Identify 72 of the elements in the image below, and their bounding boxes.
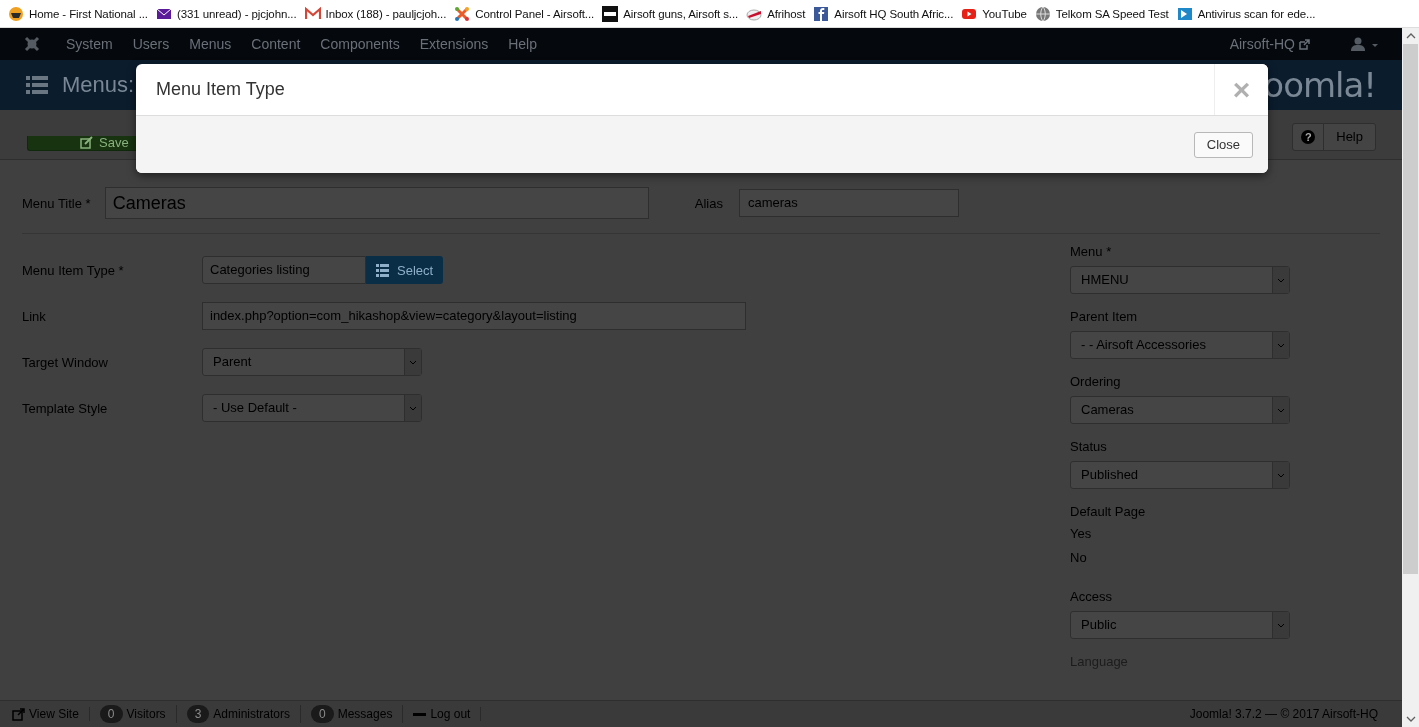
field-label: Link: [22, 308, 47, 324]
bookmark-link[interactable]: YouTube: [961, 5, 1027, 22]
bookmark-link[interactable]: Airsoft HQ South Afric...: [813, 5, 954, 22]
field-label: Menu Item Type *: [22, 262, 125, 278]
select-button[interactable]: Select: [366, 256, 444, 284]
bookmark-link[interactable]: Antivirus scan for ede...: [1176, 5, 1316, 22]
cross-icon: [454, 5, 471, 22]
field-label: Template Style: [22, 400, 109, 416]
caret-icon: [1277, 472, 1285, 478]
field-label: Default Page: [1070, 504, 1147, 519]
link-field[interactable]: index.php?option=com_hikashop&view=category&layout=listing: [202, 302, 746, 330]
scroll-up-icon[interactable]: [1406, 32, 1416, 40]
dropdown[interactable]: Published: [1070, 461, 1290, 489]
field-label: Menu Title *: [22, 195, 91, 211]
field-label: Alias: [694, 195, 723, 211]
edit-icon: [80, 136, 93, 149]
bookmark-link[interactable]: Home - First National ...: [8, 5, 148, 22]
caret-icon: [409, 359, 417, 365]
nav-menu-item[interactable]: Content: [241, 36, 311, 52]
field-label: Ordering: [1070, 374, 1122, 389]
count-badge: 3: [186, 705, 210, 723]
nav-menu-item[interactable]: Help: [498, 36, 547, 52]
count-badge: 0: [311, 705, 334, 723]
close-button[interactable]: Close: [1193, 131, 1253, 158]
bookmark-link[interactable]: Afrihost: [746, 5, 806, 22]
nav-menu-item[interactable]: Extensions: [409, 36, 499, 52]
facebook-icon: [813, 5, 830, 22]
save-button[interactable]: Save: [27, 136, 136, 151]
nav-menu-item[interactable]: Users: [122, 36, 180, 52]
type-field[interactable]: Categories listing: [202, 256, 366, 284]
user-menu-icon[interactable]: [1350, 36, 1380, 52]
modal-title: Menu Item Type: [155, 79, 286, 100]
nav-menu-item[interactable]: Menus: [179, 36, 242, 52]
dropdown[interactable]: HMENU: [1070, 266, 1290, 294]
caret-icon: [1277, 407, 1285, 413]
bookmark-link[interactable]: (331 unread) - pjcjohn...: [155, 5, 297, 22]
scroll-down-icon[interactable]: [1406, 715, 1416, 723]
page-title: Menus:: [62, 72, 135, 98]
dropdown[interactable]: Public: [1070, 611, 1290, 639]
caret-icon: [1277, 622, 1285, 628]
field-label: Target Window: [22, 354, 109, 370]
list-icon: [26, 75, 48, 95]
bookmark-link[interactable]: Telkom SA Speed Test: [1034, 5, 1169, 22]
external-link-icon: [12, 707, 25, 721]
field-label: Parent Item: [1070, 309, 1139, 324]
caret-icon: [1277, 342, 1285, 348]
bookmark-link[interactable]: Inbox (188) - pauljcjoh...: [304, 5, 447, 22]
field-label: Menu *: [1070, 244, 1113, 259]
caret-icon: [409, 405, 417, 411]
nav-menu-item[interactable]: System: [56, 36, 123, 52]
field-label: Status: [1070, 439, 1108, 454]
title-field[interactable]: Cameras: [104, 187, 649, 219]
dropdown[interactable]: - - Airsoft Accessories: [1070, 331, 1290, 359]
dropdown[interactable]: Cameras: [1070, 396, 1290, 424]
help-button[interactable]: ? Help: [1292, 123, 1376, 151]
mail-icon: [304, 5, 321, 22]
bookmark-link[interactable]: Airsoft guns, Airsoft s...: [602, 5, 739, 22]
alias-field[interactable]: cameras: [739, 189, 959, 217]
caret-icon: [1277, 277, 1285, 283]
list-icon: [376, 263, 389, 277]
close-button[interactable]: ×: [1214, 64, 1268, 115]
nav-menu-item[interactable]: Components: [310, 36, 410, 52]
field-label: Access: [1070, 589, 1113, 604]
count-badge: 0: [99, 705, 123, 723]
globe-icon: [1034, 5, 1051, 22]
scroll-thumb[interactable]: [1403, 44, 1418, 574]
site-link[interactable]: Airsoft-HQ: [1219, 36, 1320, 52]
dropdown[interactable]: Parent: [202, 348, 422, 376]
version-text: Joomla! 3.7.2 — © 2017 Airsoft-HQ: [1189, 707, 1378, 721]
external-link-icon: [1299, 38, 1310, 50]
dropdown[interactable]: - Use Default -: [202, 394, 422, 422]
bookmark-link[interactable]: Control Panel - Airsoft...: [454, 5, 595, 22]
